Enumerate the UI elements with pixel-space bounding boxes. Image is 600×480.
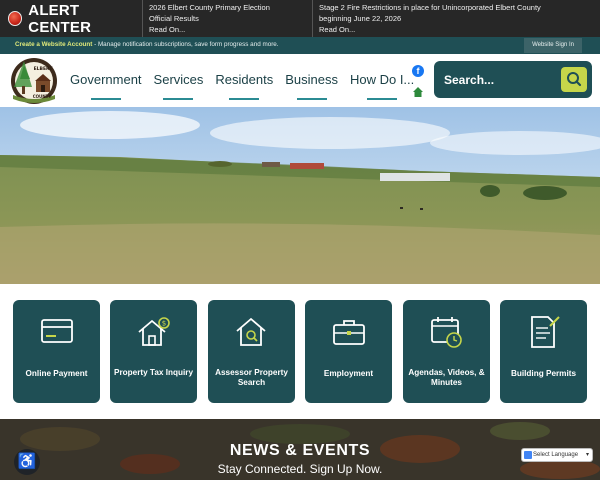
news-events-title: NEWS & EVENTS [229, 442, 371, 459]
divider [142, 0, 143, 37]
alert-icon [8, 11, 23, 26]
tile-label: Online Payment [25, 369, 88, 378]
main-nav: Government Services Residents Business H… [70, 72, 426, 100]
search-placeholder: Search... [444, 73, 495, 87]
account-description: - Manage notification subscriptions, sav… [92, 41, 279, 48]
account-message: Create a Website Account - Manage notifi… [15, 41, 279, 48]
alert-bar: ALERT CENTER 2026 Elbert County Primary … [0, 0, 600, 37]
read-on-link[interactable]: Read On... [319, 24, 589, 35]
tile-label: Property Tax Inquiry [113, 368, 193, 377]
nav-services[interactable]: Services [154, 72, 203, 100]
chevron-down-icon: ▾ [585, 452, 589, 458]
divider [312, 0, 313, 37]
alert-item-election[interactable]: 2026 Elbert County Primary Election Offi… [149, 2, 309, 35]
alert-text: beginning June 22, 2026 [319, 14, 402, 23]
nav-government[interactable]: Government [70, 72, 142, 100]
logo-text-top: ELBERT [34, 66, 54, 72]
credit-card-icon [41, 319, 73, 343]
nav-how-do-i[interactable]: How Do I... [350, 72, 414, 100]
calendar-clock-icon [431, 317, 462, 348]
account-bar: Create a Website Account - Manage notifi… [0, 37, 600, 54]
tile-label: Assessor Property Search [215, 368, 288, 387]
tile-label: Agendas, Videos, & Minutes [408, 368, 485, 387]
tile-building-permits[interactable]: Building Permits [500, 300, 587, 403]
tile-agendas-videos-minutes[interactable]: Agendas, Videos, & Minutes [403, 300, 490, 403]
logo-text-bottom: COUNTY [33, 94, 52, 99]
svg-text:$: $ [162, 320, 166, 328]
tile-property-tax[interactable]: $ Property Tax Inquiry [110, 300, 197, 403]
alert-item-fire-restrictions[interactable]: Stage 2 Fire Restrictions in place for U… [319, 2, 589, 35]
language-select[interactable]: Select Language ▾ [521, 448, 593, 462]
county-logo[interactable]: ELBERT COUNTY [8, 57, 60, 105]
alert-text: Stage 2 Fire Restrictions in place for U… [319, 3, 541, 12]
site-header: ELBERT COUNTY Government Services Reside… [0, 54, 600, 107]
news-events-banner: NEWS & EVENTS Stay Connected. Sign Up No… [0, 419, 600, 480]
alert-text: 2026 Elbert County Primary Election [149, 3, 270, 12]
nav-business[interactable]: Business [285, 72, 338, 100]
website-sign-in-button[interactable]: Website Sign In [524, 38, 582, 53]
document-pen-icon [531, 316, 560, 348]
tile-label: Building Permits [510, 369, 577, 378]
briefcase-icon [333, 320, 365, 345]
search-input[interactable]: Search... [434, 61, 592, 98]
facebook-icon[interactable]: f [412, 65, 424, 77]
tile-assessor-search[interactable]: Assessor Property Search [208, 300, 295, 403]
hero-image [0, 107, 600, 284]
search-icon [567, 72, 582, 87]
tile-employment[interactable]: Employment [305, 300, 392, 403]
language-select-label: Select Language [533, 452, 579, 458]
house-search-icon [236, 317, 266, 346]
alert-center-brand[interactable]: ALERT CENTER [0, 0, 140, 37]
google-translate-icon [524, 451, 532, 459]
house-dollar-icon: $ [138, 317, 170, 346]
search-button[interactable] [561, 67, 587, 92]
quick-links: Online Payment $ Property Tax Inquiry As… [0, 284, 600, 419]
read-on-link[interactable]: Read On... [149, 24, 309, 35]
nav-residents[interactable]: Residents [215, 72, 273, 100]
news-events-subtitle[interactable]: Stay Connected. Sign Up Now. [0, 462, 600, 476]
home-icon[interactable] [412, 85, 424, 97]
accessibility-icon[interactable]: ♿ [14, 449, 40, 475]
alert-center-title: ALERT CENTER [28, 1, 92, 36]
tile-label: Employment [323, 369, 374, 378]
tile-online-payment[interactable]: Online Payment [13, 300, 100, 403]
create-account-link[interactable]: Create a Website Account [15, 41, 92, 48]
alert-text: Official Results [149, 14, 199, 23]
